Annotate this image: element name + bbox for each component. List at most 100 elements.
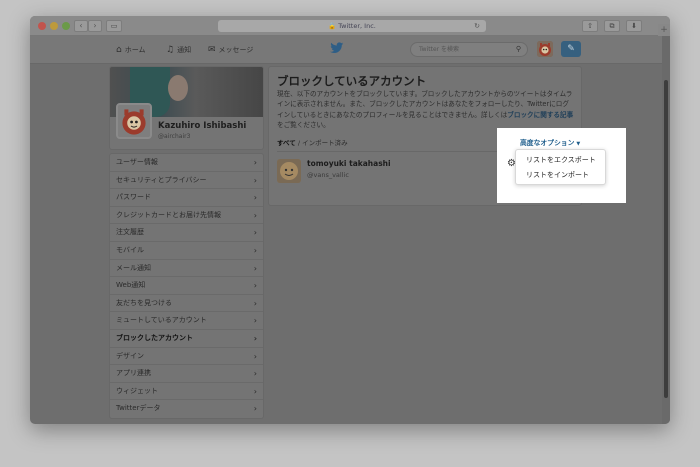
advanced-options-button[interactable]: 高度なオプション ▼ <box>520 137 580 147</box>
chevron-right-icon: › <box>253 175 257 185</box>
settings-item[interactable]: ブロックしたアカウント › <box>110 330 263 348</box>
nav-messages-label: メッセージ <box>218 46 254 54</box>
share-button[interactable]: ⇧ <box>582 20 598 32</box>
nav-notifications[interactable]: ♫ 通知 <box>166 45 191 55</box>
sidebar-toggle-button[interactable]: ▭ <box>106 20 122 32</box>
page-scrollbar[interactable] <box>662 36 670 424</box>
nav-home-label: ホーム <box>124 46 146 54</box>
settings-item[interactable]: ウィジェット › <box>110 383 263 401</box>
settings-item-label: Twitterデータ <box>116 404 161 413</box>
zoom-window-button[interactable] <box>62 22 70 30</box>
import-list-menu-item[interactable]: リストをインポート <box>526 170 589 180</box>
chevron-right-icon: › <box>253 210 257 220</box>
user-face-avatar-icon <box>277 159 301 183</box>
profile-handle[interactable]: @airchair3 <box>158 133 190 140</box>
banner-face-shape <box>168 75 188 101</box>
advanced-options-menu: リストをエクスポート リストをインポート <box>515 149 606 185</box>
advanced-options-label: 高度なオプション <box>520 139 575 147</box>
minimize-window-button[interactable] <box>50 22 58 30</box>
nav-notifications-label: 通知 <box>177 46 192 54</box>
chevron-right-icon: › <box>253 281 257 291</box>
tabs-icon: ⧉ <box>609 22 615 30</box>
settings-item[interactable]: ミュートしているアカウント › <box>110 312 263 330</box>
plus-icon: + <box>660 25 668 35</box>
forward-button[interactable]: › <box>88 20 102 32</box>
twitter-top-nav: ⌂ ホーム ♫ 通知 ✉ メッセージ Twitter を検索 ⚲ ✎ <box>30 36 670 64</box>
settings-item-label: 友だちを見つける <box>116 298 172 307</box>
settings-item[interactable]: パスワード › <box>110 189 263 207</box>
settings-item[interactable]: クレジットカードとお届け先情報 › <box>110 207 263 225</box>
sidebar-icon: ▭ <box>110 22 118 30</box>
settings-item[interactable]: セキュリティとプライバシー › <box>110 172 263 190</box>
address-bar[interactable]: 🔒 Twitter, Inc. ↻ <box>218 20 486 32</box>
search-input[interactable]: Twitter を検索 ⚲ <box>410 42 528 57</box>
blocked-user-handle[interactable]: @vans_vallic <box>307 171 349 179</box>
settings-item-label: クレジットカードとお届け先情報 <box>116 210 221 219</box>
filter-imported[interactable]: インポート済み <box>302 139 348 147</box>
nav-messages[interactable]: ✉ メッセージ <box>208 45 253 55</box>
new-tab-button[interactable]: + <box>658 24 670 36</box>
browser-toolbar: ‹ › ▭ 🔒 Twitter, Inc. ↻ ⇧ ⧉ ⬇ + <box>30 16 670 36</box>
tabs-button[interactable]: ⧉ <box>604 20 620 32</box>
close-window-button[interactable] <box>38 22 46 30</box>
blocked-user-avatar[interactable] <box>277 159 301 183</box>
settings-item-label: ウィジェット <box>116 386 158 395</box>
twitter-bird-icon[interactable] <box>330 42 344 54</box>
bell-icon: ♫ <box>166 45 175 55</box>
settings-item-label: 注文履歴 <box>116 228 144 237</box>
blocking-article-link[interactable]: ブロックに関する記事 <box>507 111 573 119</box>
chevron-right-icon: › <box>253 369 257 379</box>
settings-item-label: モバイル <box>116 245 144 254</box>
chevron-right-icon: › <box>253 404 257 414</box>
settings-item[interactable]: モバイル › <box>110 242 263 260</box>
settings-item-label: ユーザー情報 <box>116 158 158 166</box>
address-bar-text: Twitter, Inc. <box>338 22 376 30</box>
filter-tabs: すべて / インポート済み <box>277 137 348 147</box>
account-avatar[interactable] <box>537 41 553 57</box>
page-description: 現在、以下のアカウントをブロックしています。ブロックしたアカウントからのツイート… <box>277 89 575 130</box>
profile-avatar[interactable] <box>116 103 152 139</box>
download-icon: ⬇ <box>631 22 637 30</box>
settings-item-label: ブロックしたアカウント <box>116 333 193 342</box>
settings-item[interactable]: ユーザー情報 › <box>110 154 263 172</box>
page-title: ブロックしているアカウント <box>277 74 427 88</box>
settings-item[interactable]: デザイン › <box>110 348 263 366</box>
downloads-button[interactable]: ⬇ <box>626 20 642 32</box>
profile-card[interactable]: Kazuhiro Ishibashi @airchair3 <box>109 66 264 150</box>
lock-icon: 🔒 <box>328 22 337 30</box>
chevron-right-icon: › <box>253 351 257 361</box>
quill-icon: ✎ <box>567 44 575 54</box>
profile-name[interactable]: Kazuhiro Ishibashi <box>158 121 246 131</box>
reload-icon[interactable]: ↻ <box>474 20 480 32</box>
settings-item[interactable]: Twitterデータ › <box>110 400 263 418</box>
browser-window: ‹ › ▭ 🔒 Twitter, Inc. ↻ ⇧ ⧉ ⬇ + ⌂ ホーム ♫ 通… <box>30 16 670 424</box>
chevron-right-icon: › <box>253 333 257 343</box>
chevron-right-icon: › <box>93 21 97 30</box>
search-icon[interactable]: ⚲ <box>516 43 521 56</box>
scrollbar-thumb[interactable] <box>664 80 668 398</box>
daruma-avatar-icon <box>118 105 150 137</box>
export-list-menu-item[interactable]: リストをエクスポート <box>526 155 596 165</box>
back-button[interactable]: ‹ <box>74 20 88 32</box>
chevron-right-icon: › <box>253 228 257 238</box>
nav-home[interactable]: ⌂ ホーム <box>116 45 146 55</box>
compose-tweet-button[interactable]: ✎ <box>561 41 581 57</box>
settings-item-label: ミュートしているアカウント <box>116 316 207 325</box>
settings-item[interactable]: Web通知 › <box>110 277 263 295</box>
envelope-icon: ✉ <box>208 45 216 55</box>
chevron-right-icon: › <box>253 263 257 273</box>
chevron-left-icon: ‹ <box>79 21 83 30</box>
description-text-2: をご覧ください。 <box>277 120 330 129</box>
settings-item[interactable]: 注文履歴 › <box>110 224 263 242</box>
home-icon: ⌂ <box>116 45 122 55</box>
settings-item[interactable]: 友だちを見つける › <box>110 295 263 313</box>
chevron-right-icon: › <box>253 245 257 255</box>
chevron-right-icon: › <box>253 386 257 396</box>
daruma-avatar-icon <box>537 41 553 57</box>
settings-item[interactable]: アプリ連携 › <box>110 365 263 383</box>
caret-down-icon: ▼ <box>576 141 581 147</box>
settings-item[interactable]: メール通知 › <box>110 260 263 278</box>
filter-all[interactable]: すべて <box>277 139 296 147</box>
blocked-user-name[interactable]: tomoyuki takahashi <box>307 159 391 168</box>
advanced-options-dropdown: 高度なオプション ▼ ⚙ リストをエクスポート リストをインポート <box>497 128 626 203</box>
